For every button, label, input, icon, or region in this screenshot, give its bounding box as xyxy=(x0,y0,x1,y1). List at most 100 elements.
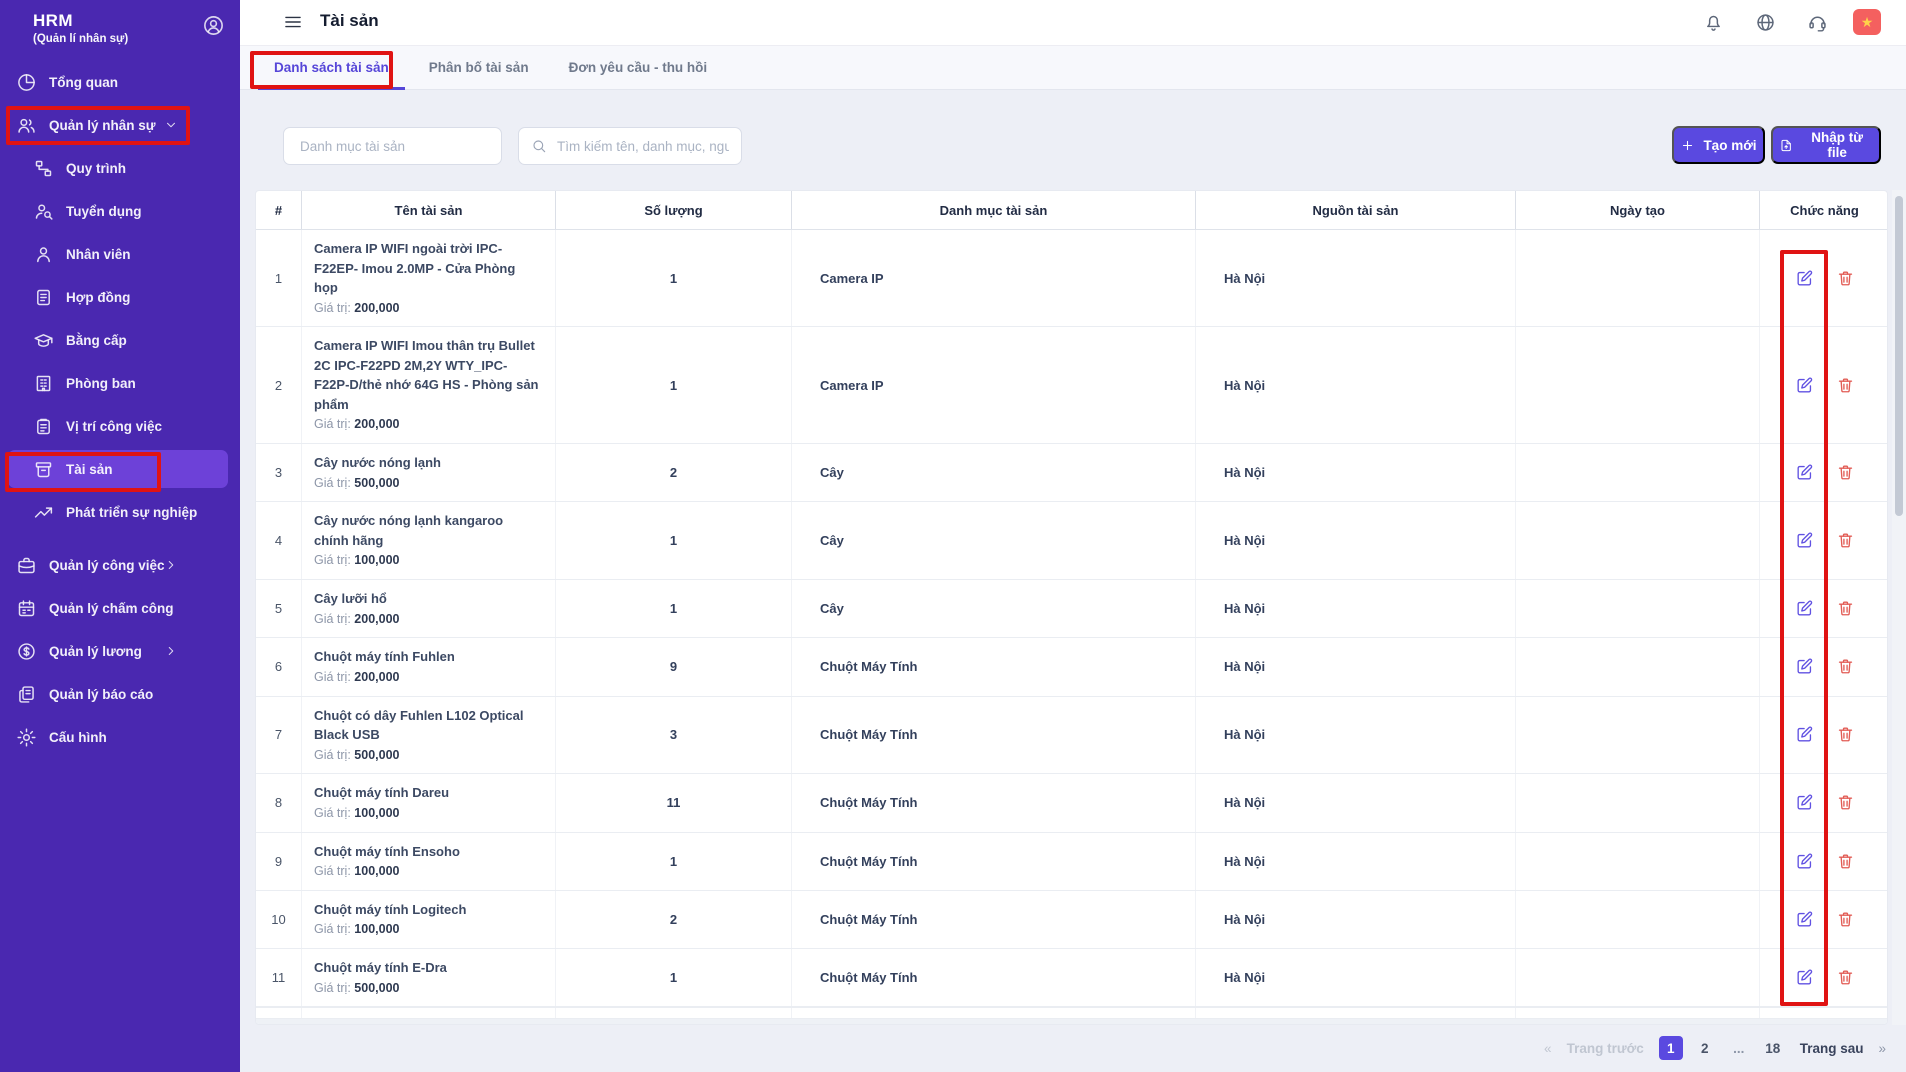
actions-cell xyxy=(1760,638,1888,695)
asset-value: Giá trị: 100,000 xyxy=(314,804,539,823)
search-input[interactable] xyxy=(555,138,731,155)
edit-icon[interactable] xyxy=(1795,269,1814,288)
edit-icon[interactable] xyxy=(1795,531,1814,550)
created-date-cell xyxy=(1516,327,1760,443)
asset-name: Chuột có dây Fuhlen L102 Optical Black U… xyxy=(314,706,539,745)
created-date-cell xyxy=(1516,697,1760,774)
row-index: 3 xyxy=(256,444,302,501)
edit-icon[interactable] xyxy=(1795,910,1814,929)
actions-cell xyxy=(1760,230,1888,326)
edit-icon[interactable] xyxy=(1795,793,1814,812)
user-icon xyxy=(33,244,54,265)
vietnam-flag-button[interactable]: ★ xyxy=(1853,9,1881,35)
actions-cell xyxy=(1760,697,1888,774)
quantity-cell: 1 xyxy=(556,833,792,890)
asset-name-cell: Chuột máy tính Ensoho Giá trị: 100,000 xyxy=(302,833,556,890)
edit-icon[interactable] xyxy=(1795,376,1814,395)
vertical-scrollbar-thumb[interactable] xyxy=(1895,196,1903,516)
horizontal-scrollbar-track[interactable] xyxy=(256,1019,1887,1025)
sidebar-item[interactable]: Nhân viên xyxy=(0,234,240,274)
bell-icon[interactable] xyxy=(1703,12,1724,33)
asset-value: Giá trị: 100,000 xyxy=(314,551,539,570)
sidebar-item[interactable]: Quản lý nhân sự xyxy=(0,105,240,145)
globe-icon[interactable] xyxy=(1755,12,1776,33)
edit-icon[interactable] xyxy=(1795,725,1814,744)
column-header[interactable]: Danh mục tài sản xyxy=(792,191,1196,229)
column-header[interactable]: # xyxy=(256,191,302,229)
delete-icon[interactable] xyxy=(1836,531,1855,550)
sidebar-item[interactable]: Phát triển sự nghiệp xyxy=(0,492,240,532)
gear-icon xyxy=(16,727,37,748)
row-index: 1 xyxy=(256,230,302,326)
column-header[interactable]: Ngày tạo xyxy=(1516,191,1760,229)
delete-icon[interactable] xyxy=(1836,376,1855,395)
edit-icon[interactable] xyxy=(1795,599,1814,618)
delete-icon[interactable] xyxy=(1836,463,1855,482)
sidebar-item[interactable]: Quy trình xyxy=(0,148,240,188)
sidebar-item[interactable]: Bằng cấp xyxy=(0,320,240,360)
row-index: 10 xyxy=(256,891,302,948)
tab[interactable]: Phân bố tài sản xyxy=(413,46,545,89)
column-header[interactable]: Số lượng xyxy=(556,191,792,229)
source-cell: Hà Nội xyxy=(1196,833,1516,890)
sidebar-item[interactable]: Vị trí công việc xyxy=(0,406,240,446)
delete-icon[interactable] xyxy=(1836,269,1855,288)
sidebar-item-label: Cấu hình xyxy=(49,730,107,745)
assets-table: #Tên tài sảnSố lượngDanh mục tài sảnNguồ… xyxy=(255,190,1888,1025)
page-number[interactable]: ... xyxy=(1727,1036,1751,1060)
sidebar-item[interactable]: Tuyển dụng xyxy=(0,191,240,231)
create-button[interactable]: Tạo mới xyxy=(1672,126,1765,164)
import-from-file-button[interactable]: Nhập từ file xyxy=(1771,126,1881,164)
sidebar-item[interactable]: Tài sản xyxy=(0,449,240,489)
prev-page-button[interactable]: Trang trước xyxy=(1567,1041,1644,1056)
edit-icon[interactable] xyxy=(1795,852,1814,871)
column-header[interactable]: Chức năng xyxy=(1760,191,1888,229)
sidebar-item[interactable]: Quản lý chấm công xyxy=(0,588,240,628)
contract-icon xyxy=(33,287,54,308)
sidebar-item[interactable]: Hợp đồng xyxy=(0,277,240,317)
sidebar-item-label: Vị trí công việc xyxy=(66,419,162,434)
support-icon[interactable] xyxy=(1807,12,1828,33)
delete-icon[interactable] xyxy=(1836,657,1855,676)
column-header[interactable]: Nguồn tài sản xyxy=(1196,191,1516,229)
delete-icon[interactable] xyxy=(1836,852,1855,871)
next-page-arrow[interactable]: » xyxy=(1878,1041,1886,1056)
sidebar-item[interactable]: Quản lý công việc xyxy=(0,545,240,585)
delete-icon[interactable] xyxy=(1836,599,1855,618)
row-index: 5 xyxy=(256,580,302,637)
sidebar-item[interactable]: Cấu hình xyxy=(0,717,240,757)
search-box[interactable] xyxy=(518,127,742,165)
menu-icon[interactable] xyxy=(283,12,303,32)
delete-icon[interactable] xyxy=(1836,793,1855,812)
edit-icon[interactable] xyxy=(1795,463,1814,482)
column-header[interactable]: Tên tài sản xyxy=(302,191,556,229)
created-date-cell xyxy=(1516,638,1760,695)
table-row: 1 Camera IP WIFI ngoài trời IPC-F22EP- I… xyxy=(256,230,1887,327)
tab[interactable]: Đơn yêu cầu - thu hồi xyxy=(553,46,724,89)
asset-value: Giá trị: 200,000 xyxy=(314,668,539,687)
prev-page-arrow[interactable]: « xyxy=(1544,1041,1552,1056)
category-cell: Chuột Máy Tính xyxy=(792,949,1196,1006)
category-filter[interactable] xyxy=(283,127,502,165)
sidebar-item[interactable]: Quản lý báo cáo xyxy=(0,674,240,714)
sidebar-item[interactable]: Quản lý lương xyxy=(0,631,240,671)
page-number[interactable]: 1 xyxy=(1659,1036,1683,1060)
category-filter-input[interactable] xyxy=(298,138,489,155)
edit-icon[interactable] xyxy=(1795,968,1814,987)
delete-icon[interactable] xyxy=(1836,968,1855,987)
delete-icon[interactable] xyxy=(1836,725,1855,744)
sidebar: HRM (Quản lí nhân sự) Tổng quan Quản lý … xyxy=(0,0,240,1072)
tab[interactable]: Danh sách tài sản xyxy=(258,46,405,89)
sidebar-item[interactable]: Phòng ban xyxy=(0,363,240,403)
row-index: 8 xyxy=(256,774,302,831)
table-row: 8 Chuột máy tính Dareu Giá trị: 100,000 … xyxy=(256,774,1887,832)
edit-icon[interactable] xyxy=(1795,657,1814,676)
asset-name-cell: Cây lưỡi hổ Giá trị: 200,000 xyxy=(302,580,556,637)
sidebar-item[interactable]: Tổng quan xyxy=(0,62,240,102)
sidebar-nav: Tổng quan Quản lý nhân sự Quy trình Tuyể… xyxy=(0,62,240,760)
page-number[interactable]: 2 xyxy=(1693,1036,1717,1060)
delete-icon[interactable] xyxy=(1836,910,1855,929)
page-number[interactable]: 18 xyxy=(1761,1036,1785,1060)
next-page-button[interactable]: Trang sau xyxy=(1800,1041,1864,1056)
sidebar-item-label: Quản lý công việc xyxy=(49,558,165,573)
